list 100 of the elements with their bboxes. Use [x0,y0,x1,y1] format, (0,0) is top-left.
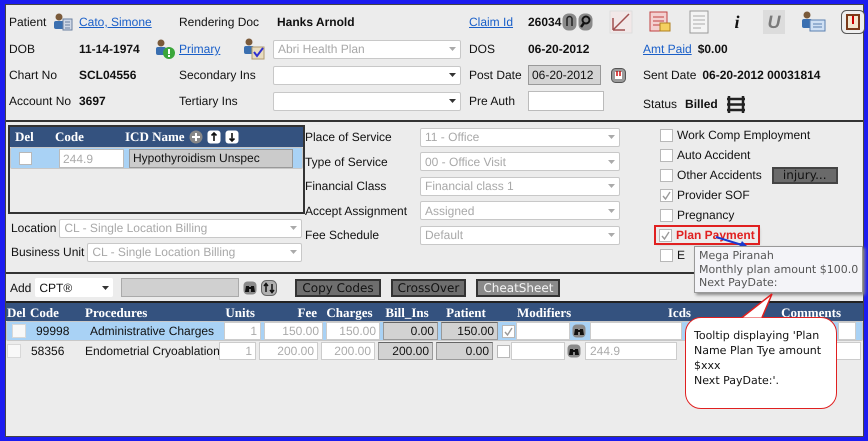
caret-icon [290,250,298,254]
code-field[interactable]: 244.9 [59,148,124,168]
field-label: Tertiary Ins [179,94,238,108]
column-header: Modifiers [516,304,572,320]
row-checkbox[interactable] [12,324,26,338]
dropdown[interactable]: 11 - Office [420,128,620,147]
charges-field[interactable]: 150.00 [326,322,380,340]
field-label: Account No [9,94,72,108]
primary-link[interactable]: Primary [179,42,220,56]
checkbox-label: Provider SOF [677,188,750,202]
field-label: Type of Service [305,154,388,169]
column-header: Patient [446,304,486,320]
checkbox[interactable] [660,248,673,262]
binoculars-icon[interactable] [567,344,581,358]
field-label: Patient [9,15,46,29]
business-unit-dropdown[interactable]: CL - Single Location Billing [87,242,302,262]
checkbox[interactable] [19,152,32,164]
modifiers-field[interactable] [516,322,570,340]
location-dropdown[interactable]: CL - Single Location Billing [59,218,302,238]
icds-field[interactable]: 244.9 [585,342,677,360]
claim-id-link[interactable]: Claim Id [469,15,514,29]
code-type-dropdown[interactable]: CPT® [35,278,114,297]
field-label: Accept Assignment [305,204,408,218]
field-value: $0.00 [698,42,728,56]
column-header: Del [6,304,27,320]
icd-name-field[interactable]: Hypothyroidism Unspec [129,148,293,168]
column-header: Units [225,304,255,320]
field-label: Financial Class [305,179,386,194]
book-icon[interactable] [841,10,865,34]
person-card-icon[interactable] [800,10,826,34]
checkbox[interactable] [660,208,673,222]
column-header: Fee [298,304,317,320]
info-button[interactable]: i [726,12,748,32]
checkbox-label: E [677,248,686,262]
fee-field[interactable]: 150.00 [264,322,323,340]
callout-text: Tooltip displaying 'Plan Name Plan Tye amount $xxx Next PayDate:'. [694,328,822,388]
units-field[interactable]: 1 [219,342,256,360]
person-alert-icon [154,38,176,60]
column-header: Code [29,304,60,320]
paperclip-icon[interactable] [562,13,578,31]
table-cell-text: 99998 [35,324,70,338]
field-value: SCL04556 [79,68,136,82]
checkbox[interactable] [659,228,672,242]
fee-field[interactable]: 200.00 [259,342,318,360]
caret-icon [608,184,615,188]
calendar-icon[interactable] [611,68,626,82]
checkbox-label: Pregnancy [677,208,734,222]
field-value: Billed [685,97,718,111]
injury-button[interactable]: injury... [772,166,838,184]
caret-icon [608,208,615,213]
secondary-insurance-dropdown[interactable] [273,66,461,84]
sort-arrows-icon[interactable] [261,280,278,296]
checkbox[interactable] [660,168,673,182]
field-value: 26034 [528,15,562,29]
tooltip: Mega Piranah Monthly plan amount $100.0 Next PayDate: [694,246,864,292]
primary-insurance-dropdown[interactable]: Abri Health Plan [273,40,461,58]
input-field[interactable] [121,278,240,297]
toolbar-button[interactable]: CheatSheet [476,278,560,296]
date-field[interactable]: 06-20-2012 [528,65,601,85]
document-icon[interactable] [687,10,711,34]
field-label: Rendering Doc [179,15,260,29]
field-label: DOB [9,42,36,56]
column-header: Code [55,129,85,145]
add-icon[interactable] [188,130,203,144]
table-cell-text: Administrative Charges [89,324,216,338]
patient-amount-field: 150.00 [441,322,498,340]
caret-icon [608,233,615,238]
binoculars-icon[interactable] [572,324,586,338]
charges-field[interactable]: 200.00 [321,342,375,360]
field-label: Add [10,280,32,294]
dropdown[interactable]: Default [420,226,620,245]
patient-link[interactable]: Cato, Simone [79,15,152,29]
bill-ins-field: 200.00 [378,342,433,360]
comments-field[interactable] [838,322,856,340]
modifiers-field[interactable] [511,342,565,360]
checkbox[interactable] [660,148,673,162]
column-header: ICD Name [125,129,185,145]
list-icon[interactable] [726,96,746,112]
binoculars-icon[interactable] [243,280,258,294]
tertiary-insurance-dropdown[interactable] [273,92,461,110]
person-checklist-icon [242,37,266,61]
units-field[interactable]: 1 [224,322,261,340]
field-label: DOS [469,42,496,56]
input-field[interactable] [528,91,604,111]
dropdown[interactable]: Financial class 1 [420,176,620,196]
checkbox[interactable] [497,344,510,358]
dropdown[interactable]: Assigned [420,201,620,220]
column-header: Charges [326,304,373,320]
checkbox[interactable] [660,188,673,202]
forms-icon[interactable] [648,10,672,34]
caret-icon [608,160,615,164]
checkbox[interactable] [660,128,673,142]
amt-paid-link[interactable]: Amt Paid [643,42,692,56]
toolbar-button[interactable]: CrossOver [390,278,466,296]
checkbox[interactable] [502,324,515,338]
row-checkbox[interactable] [7,344,21,358]
dropdown[interactable]: 00 - Office Visit [420,152,620,172]
toolbar-button[interactable]: Copy Codes [295,278,381,296]
search-icon[interactable] [578,13,594,31]
icds-field[interactable] [590,322,682,340]
